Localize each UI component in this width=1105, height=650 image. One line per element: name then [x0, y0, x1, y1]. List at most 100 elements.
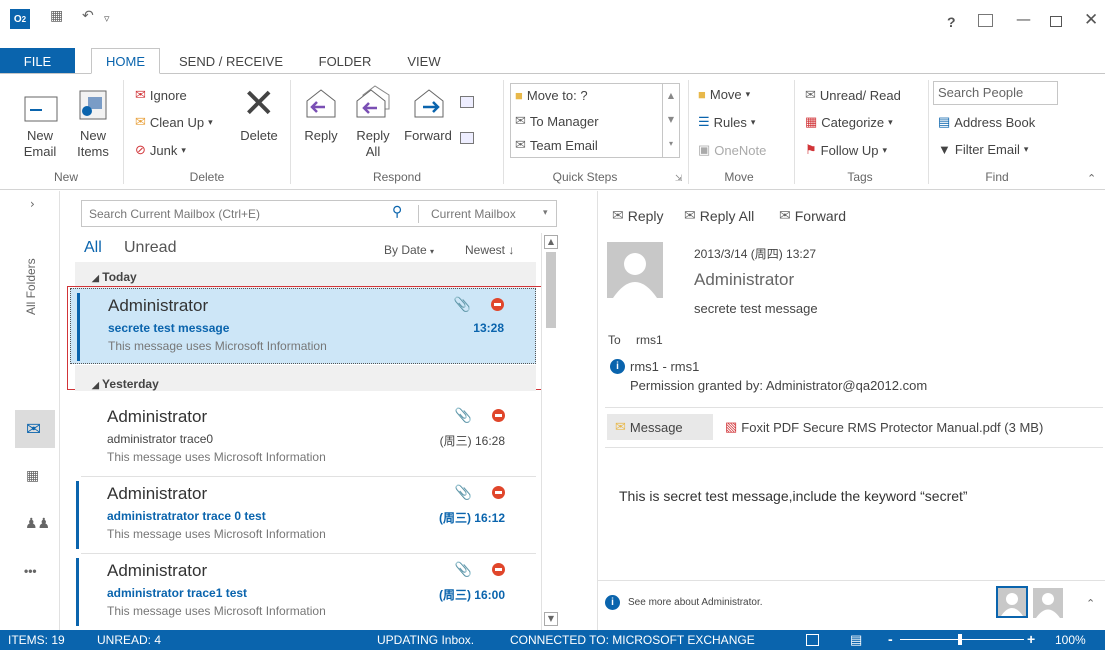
- meeting-icon[interactable]: [460, 96, 474, 108]
- reply-button[interactable]: Reply: [298, 128, 344, 144]
- delete-button[interactable]: Delete: [234, 128, 284, 144]
- address-book-button[interactable]: ▤ Address Book: [938, 114, 1035, 130]
- search-people-input[interactable]: Search People: [933, 81, 1058, 105]
- search-mailbox-input[interactable]: Search Current Mailbox (Ctrl+E) ⚲ Curren…: [81, 200, 557, 227]
- move-label: Move: [709, 87, 742, 102]
- tab-folder[interactable]: FOLDER: [305, 48, 385, 74]
- zoom-in-icon[interactable]: +: [1027, 631, 1035, 647]
- folder-move-icon: ■: [698, 87, 706, 102]
- filter-all-tab[interactable]: All: [84, 239, 102, 257]
- close-icon[interactable]: ✕: [1084, 10, 1098, 30]
- zoom-level[interactable]: 100%: [1055, 633, 1086, 647]
- onenote-button[interactable]: ▣ OneNote: [698, 142, 766, 158]
- quick-step-to-manager[interactable]: ✉ To Manager: [515, 113, 599, 129]
- attachment-item[interactable]: ▧ Foxit PDF Secure RMS Protector Manual.p…: [725, 419, 1043, 435]
- tab-send-receive[interactable]: SEND / RECEIVE: [170, 48, 292, 74]
- filter-unread-tab[interactable]: Unread: [124, 239, 176, 257]
- tab-view[interactable]: VIEW: [394, 48, 454, 74]
- group-label-delete: Delete: [189, 170, 225, 184]
- people-avatar-selected[interactable]: [996, 586, 1028, 618]
- chevron-down-icon: ▾: [888, 116, 893, 127]
- clean-up-icon: ✉: [135, 114, 146, 129]
- filter-email-label: Filter Email: [954, 142, 1020, 157]
- ignore-button[interactable]: ✉ Ignore: [135, 87, 187, 103]
- search-scope-dropdown[interactable]: Current Mailbox: [431, 207, 516, 221]
- rms-line: rms1 - rms1: [630, 359, 700, 374]
- rules-button[interactable]: ☰ Rules ▾: [698, 114, 755, 130]
- tab-file[interactable]: FILE: [0, 48, 75, 74]
- tab-home[interactable]: HOME: [91, 48, 160, 74]
- collapse-ribbon-icon[interactable]: ⌃: [1087, 172, 1096, 185]
- quick-step-team-email[interactable]: ✉ Team Email: [515, 137, 598, 153]
- info-icon: i: [605, 595, 620, 610]
- move-button[interactable]: ■ Move ▾: [698, 87, 750, 102]
- people-avatar[interactable]: [1033, 588, 1063, 618]
- dialog-launcher-icon[interactable]: ⇲: [675, 174, 683, 184]
- search-icon[interactable]: ⚲: [392, 204, 402, 220]
- more-respond-icon[interactable]: [460, 132, 474, 144]
- junk-button[interactable]: ⊘ Junk ▾: [135, 142, 186, 158]
- expand-people-pane-icon[interactable]: ⌃: [1086, 597, 1095, 610]
- undo-icon[interactable]: ↶: [82, 8, 94, 24]
- forward-icon: [411, 87, 447, 122]
- categorize-button[interactable]: ▦ Categorize ▾: [805, 114, 893, 130]
- minimize-icon[interactable]: —: [1016, 10, 1031, 28]
- help-button[interactable]: ?: [947, 14, 956, 30]
- list-item[interactable]: Administrator 📎 administratrator trace 0…: [70, 477, 536, 553]
- message-tab[interactable]: ✉ Message: [607, 414, 713, 440]
- unread-read-button[interactable]: ✉ Unread/ Read: [805, 87, 901, 103]
- group-header-today[interactable]: ◢ Today: [92, 270, 137, 284]
- see-more-link[interactable]: See more about Administrator.: [628, 597, 763, 608]
- all-folders-button[interactable]: All Folders: [22, 245, 42, 325]
- scroll-thumb[interactable]: [546, 252, 556, 328]
- maximize-icon[interactable]: [1050, 16, 1062, 27]
- quick-steps-scroll[interactable]: ▲ ▼ ▾: [662, 84, 679, 157]
- ribbon-display-options-icon[interactable]: [978, 14, 993, 27]
- zoom-slider-thumb[interactable]: [958, 634, 962, 645]
- zoom-slider-track[interactable]: [900, 639, 1024, 640]
- filter-email-button[interactable]: ▼ Filter Email ▾: [938, 142, 1028, 157]
- new-email-button[interactable]: New Email: [16, 128, 64, 160]
- scroll-up-icon[interactable]: ▲: [544, 235, 558, 249]
- message-date: 2013/3/14 (周四) 13:27: [694, 247, 817, 261]
- search-separator: [418, 205, 419, 223]
- delete-icon: ✕: [242, 81, 276, 127]
- status-bar: ITEMS: 19 UNREAD: 4 UPDATING Inbox. CONN…: [0, 630, 1105, 650]
- customize-qat-icon[interactable]: ▿: [104, 12, 110, 25]
- group-label-new: New: [53, 170, 78, 184]
- more-icon[interactable]: •••: [24, 564, 37, 578]
- list-item[interactable]: Administrator 📎 administrator trace0 (周三…: [70, 400, 536, 476]
- reading-view-icon[interactable]: ▤: [850, 632, 862, 648]
- reading-forward-button[interactable]: ✉ Forward: [779, 207, 846, 224]
- mail-icon[interactable]: ✉: [26, 419, 41, 440]
- to-label: To: [608, 333, 621, 347]
- sort-by-date-dropdown[interactable]: By Date ▾: [384, 243, 434, 257]
- onenote-label: OneNote: [714, 142, 767, 158]
- list-item[interactable]: Administrator 📎 administrator trace1 tes…: [70, 554, 536, 630]
- calendar-icon[interactable]: ▦: [26, 468, 39, 484]
- status-unread: UNREAD: 4: [97, 633, 162, 647]
- junk-label: Junk: [149, 142, 178, 158]
- new-items-button[interactable]: New Items: [68, 128, 118, 160]
- rights-restricted-icon: [492, 409, 505, 422]
- envelope-icon: ✉: [615, 419, 626, 434]
- send-receive-all-icon[interactable]: ▦: [50, 8, 63, 24]
- follow-up-button[interactable]: ⚑ Follow Up ▾: [805, 142, 887, 158]
- reply-all-button[interactable]: Reply All: [350, 128, 396, 160]
- chevron-down-icon[interactable]: ▾: [543, 208, 548, 218]
- normal-view-icon[interactable]: [806, 634, 819, 646]
- people-icon[interactable]: ♟♟: [25, 516, 50, 532]
- scroll-down-icon[interactable]: ▼: [544, 612, 558, 626]
- sort-order-button[interactable]: Newest ↓: [465, 243, 514, 257]
- reading-reply-all-button[interactable]: ✉ Reply All: [684, 207, 754, 224]
- expand-folder-pane-icon[interactable]: ›: [30, 197, 35, 211]
- quick-step-move-to[interactable]: ■ Move to: ?: [515, 88, 588, 103]
- group-header-yesterday[interactable]: ◢ Yesterday: [92, 377, 159, 391]
- chevron-down-icon: ▾: [745, 89, 751, 99]
- zoom-out-icon[interactable]: -: [888, 631, 893, 647]
- reading-reply-button[interactable]: ✉ Reply: [612, 207, 664, 224]
- clean-up-button[interactable]: ✉ Clean Up ▾: [135, 114, 213, 130]
- message-preview: This message uses Microsoft Information: [107, 450, 326, 464]
- forward-button[interactable]: Forward: [400, 128, 456, 144]
- message-tab-label: Message: [629, 419, 683, 435]
